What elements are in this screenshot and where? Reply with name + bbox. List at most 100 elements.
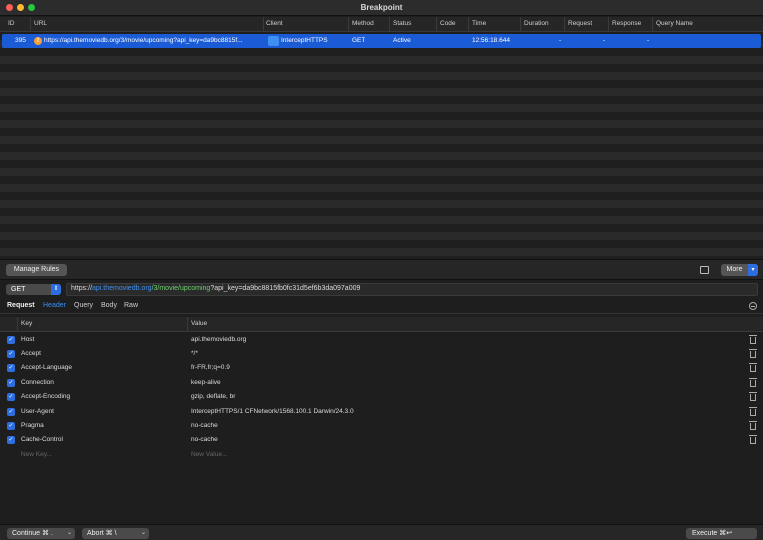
row-request: - — [603, 37, 606, 44]
header-key[interactable]: Pragma — [21, 422, 44, 429]
col-request[interactable]: Request — [568, 20, 592, 27]
tab-query[interactable]: Query — [74, 302, 93, 309]
key-column-header: Key — [21, 320, 33, 327]
header-enabled-checkbox[interactable]: ✓ — [7, 408, 15, 416]
url-path: /3/movie/upcoming — [151, 285, 211, 292]
headers-table-header: Key Value — [0, 317, 763, 332]
header-row: ✓ Pragma no-cache — [0, 419, 763, 433]
header-key[interactable]: Accept — [21, 350, 41, 357]
chevron-down-icon: ⌄ — [140, 530, 146, 536]
col-time[interactable]: Time — [472, 20, 486, 27]
header-key[interactable]: Cache-Control — [21, 436, 63, 443]
row-response: - — [647, 37, 650, 44]
col-query-name[interactable]: Query Name — [656, 20, 693, 27]
new-key-input[interactable]: New Key... — [21, 451, 52, 458]
header-enabled-checkbox[interactable]: ✓ — [7, 436, 15, 444]
url-query: ?api_key=da9bc8815fb0fc31d5ef6b3da097a00… — [210, 285, 361, 292]
bottom-bar: Continue ⌘ . ⌄ Abort ⌘ \ ⌄ Execute ⌘↩ — [0, 524, 763, 540]
trash-icon[interactable] — [749, 435, 757, 444]
trash-icon[interactable] — [749, 378, 757, 387]
row-url: https://api.themoviedb.org/3/movie/upcom… — [44, 37, 243, 44]
trash-icon[interactable] — [749, 363, 757, 372]
trash-icon[interactable] — [749, 349, 757, 358]
url-scheme: https:// — [71, 285, 93, 292]
header-value[interactable]: no-cache — [191, 422, 218, 429]
table-row[interactable]: 395 ! https://api.themoviedb.org/3/movie… — [2, 34, 761, 48]
trash-icon[interactable] — [749, 421, 757, 430]
row-id: 395 — [15, 37, 26, 44]
col-client[interactable]: Client — [266, 20, 283, 27]
headers-list: ✓ Host api.themoviedb.org ✓ Accept */* ✓… — [0, 332, 763, 524]
request-tabs: Request Header Query Body Raw — [0, 299, 763, 314]
rules-toolbar: Manage Rules More ▾ — [0, 259, 763, 280]
header-key[interactable]: Accept-Language — [21, 364, 72, 371]
manage-rules-button[interactable]: Manage Rules — [6, 264, 67, 276]
title-bar: Breakpoint — [0, 0, 763, 16]
header-row: ✓ User-Agent InterceptHTTPS/1 CFNetwork/… — [0, 405, 763, 419]
col-id[interactable]: ID — [8, 20, 15, 27]
table-header: ID URL Client Method Status Code Time Du… — [0, 17, 763, 32]
header-value[interactable]: */* — [191, 350, 198, 357]
continue-label: Continue ⌘ . — [12, 530, 53, 537]
chevron-down-icon: ▾ — [748, 264, 758, 276]
method-value: GET — [11, 286, 26, 293]
request-section-label: Request — [7, 302, 35, 309]
url-input[interactable]: https://api.themoviedb.org/3/movie/upcom… — [66, 283, 758, 296]
header-enabled-checkbox[interactable]: ✓ — [7, 336, 15, 344]
value-column-header: Value — [191, 320, 208, 327]
header-row: ✓ Accept-Encoding gzip, deflate, br — [0, 390, 763, 404]
tab-raw[interactable]: Raw — [124, 302, 138, 309]
row-duration: - — [559, 37, 562, 44]
header-row: ✓ Accept-Language fr-FR,fr;q=0.9 — [0, 361, 763, 375]
method-select[interactable]: GET ⇕ — [6, 284, 61, 295]
chevron-updown-icon: ⇕ — [51, 284, 61, 295]
header-enabled-checkbox[interactable]: ✓ — [7, 379, 15, 387]
row-method: GET — [352, 37, 366, 44]
url-host: api.themoviedb.org — [92, 285, 152, 292]
row-time: 12:56:18.644 — [472, 37, 510, 44]
execute-button[interactable]: Execute ⌘↩ — [686, 528, 757, 539]
abort-button[interactable]: Abort ⌘ \ ⌄ — [82, 528, 149, 539]
col-duration[interactable]: Duration — [524, 20, 549, 27]
tab-header[interactable]: Header — [43, 302, 66, 309]
url-bar: GET ⇕ https://api.themoviedb.org/3/movie… — [0, 281, 763, 298]
col-code[interactable]: Code — [440, 20, 456, 27]
breakpoint-warning-icon: ! — [34, 37, 42, 45]
header-enabled-checkbox[interactable]: ✓ — [7, 422, 15, 430]
trash-icon[interactable] — [749, 392, 757, 401]
header-value[interactable]: keep-alive — [191, 379, 221, 386]
continue-button[interactable]: Continue ⌘ . ⌄ — [7, 528, 75, 539]
header-key[interactable]: Connection — [21, 379, 54, 386]
collapse-icon[interactable] — [749, 302, 757, 310]
header-value[interactable]: fr-FR,fr;q=0.9 — [191, 364, 230, 371]
tab-body[interactable]: Body — [101, 302, 117, 309]
header-value[interactable]: no-cache — [191, 436, 218, 443]
header-value[interactable]: gzip, deflate, br — [191, 393, 235, 400]
sidebar-toggle-icon[interactable] — [700, 266, 709, 274]
trash-icon[interactable] — [749, 335, 757, 344]
window-title: Breakpoint — [360, 3, 403, 12]
client-app-icon — [268, 36, 279, 46]
request-list[interactable]: 395 ! https://api.themoviedb.org/3/movie… — [0, 32, 763, 258]
header-value[interactable]: InterceptHTTPS/1 CFNetwork/1568.100.1 Da… — [191, 408, 354, 415]
new-header-row: New Key... New Value... — [0, 448, 763, 462]
more-label: More — [726, 266, 743, 273]
row-status: Active — [393, 37, 411, 44]
header-enabled-checkbox[interactable]: ✓ — [7, 393, 15, 401]
header-enabled-checkbox[interactable]: ✓ — [7, 350, 15, 358]
header-key[interactable]: User-Agent — [21, 408, 54, 415]
header-key[interactable]: Host — [21, 336, 34, 343]
header-row: ✓ Host api.themoviedb.org — [0, 333, 763, 347]
header-key[interactable]: Accept-Encoding — [21, 393, 70, 400]
col-response[interactable]: Response — [612, 20, 641, 27]
header-row: ✓ Cache-Control no-cache — [0, 433, 763, 447]
new-value-input[interactable]: New Value... — [191, 451, 227, 458]
col-method[interactable]: Method — [352, 20, 374, 27]
header-enabled-checkbox[interactable]: ✓ — [7, 364, 15, 372]
trash-icon[interactable] — [749, 407, 757, 416]
col-url[interactable]: URL — [34, 20, 47, 27]
row-client: InterceptHTTPS — [281, 37, 328, 44]
col-status[interactable]: Status — [393, 20, 411, 27]
header-value[interactable]: api.themoviedb.org — [191, 336, 246, 343]
more-button[interactable]: More ▾ — [721, 264, 758, 276]
